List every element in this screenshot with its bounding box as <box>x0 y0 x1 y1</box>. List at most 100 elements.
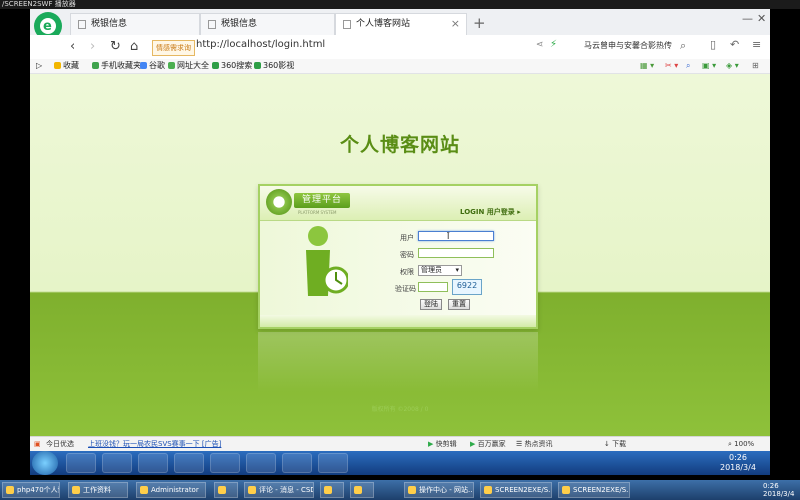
back-icon[interactable]: ‹ <box>70 39 75 54</box>
host-task-item[interactable]: 操作中心 - 网站... <box>404 482 474 498</box>
page-icon <box>343 20 351 29</box>
share-icon[interactable]: ⋖ <box>536 40 544 50</box>
search-tag-pill[interactable]: 情感需求询 <box>152 40 195 56</box>
login-button[interactable]: 登陆 <box>420 299 442 310</box>
page-icon <box>78 20 86 29</box>
panel-footer <box>260 315 536 327</box>
status-left-text[interactable]: 今日优选 <box>46 437 74 451</box>
role-label: 权限 <box>400 268 414 276</box>
host-clock[interactable]: 0:26 2018/3/4 <box>763 482 794 498</box>
password-label: 密码 <box>400 251 414 259</box>
host-task-item[interactable] <box>320 482 344 498</box>
tab-row: e 税银信息 税银信息 个人博客网站 × + — ✕ <box>30 9 770 40</box>
user-figure-icon <box>306 226 348 296</box>
address-input[interactable]: http://localhost/login.html <box>196 39 325 50</box>
status-item[interactable]: ☰ 热点资讯 <box>516 437 553 451</box>
bookmark-item[interactable]: 网址大全 <box>168 59 209 73</box>
lightning-icon[interactable]: ⚡ <box>550 39 557 50</box>
dw-app-icon[interactable] <box>246 453 276 473</box>
search-small-icon[interactable]: ⌕ <box>686 59 690 73</box>
tab-3-active[interactable]: 个人博客网站 × <box>335 13 467 36</box>
bookmark-item[interactable]: 收藏 <box>54 59 79 73</box>
green-app-icon[interactable] <box>318 453 348 473</box>
minimize-icon[interactable]: — <box>742 12 753 25</box>
captcha-field[interactable] <box>418 282 448 292</box>
folder-icon[interactable] <box>138 453 168 473</box>
user-label: 用户 <box>400 234 414 242</box>
browser-app-icon[interactable] <box>210 453 240 473</box>
grid-icon[interactable]: ⊞ <box>752 59 759 73</box>
host-task-item[interactable]: 工作资料 <box>68 482 128 498</box>
tools-app-icon[interactable] <box>174 453 204 473</box>
panel-body: 用户 Ī 密码 权限 管理员 ▾ 验证码 6922 登陆 重置 <box>260 221 536 315</box>
status-item[interactable]: ▶ 百万赢家 <box>470 437 506 451</box>
host-task-item[interactable] <box>214 482 238 498</box>
reset-button[interactable]: 重置 <box>448 299 470 310</box>
status-bar: ▣ 今日优选 上班没钱？玩一局农民SVS赛事一下 [广告] ▶ 快剪辑 ▶ 百万… <box>30 436 770 451</box>
host-task-item[interactable]: Administrator <box>136 482 206 498</box>
host-taskbar: php470个人博客... 工作资料 Administrator 评论 - 消息… <box>0 480 800 500</box>
panel-header: 管理平台 PLATFORM SYSTEM LOGIN 用户登录 ▸ <box>260 186 536 221</box>
tray-clock[interactable]: 0:26 2018/3/4 <box>720 453 756 473</box>
captcha-image[interactable]: 6922 <box>452 279 482 295</box>
close-icon[interactable]: × <box>451 14 460 34</box>
recorded-taskbar: 0:26 2018/3/4 <box>30 451 770 475</box>
extension-icon[interactable]: ▦ ▾ <box>640 59 654 73</box>
undo-icon[interactable]: ↶ <box>730 38 739 51</box>
tab-1[interactable]: 税银信息 <box>70 13 200 35</box>
ie-icon[interactable] <box>102 453 132 473</box>
reading-icon[interactable]: ▯ <box>710 38 716 51</box>
status-item[interactable]: ↓ 下载 <box>604 437 626 451</box>
bookmark-item[interactable]: 手机收藏夹 <box>92 59 141 73</box>
gift-icon: ▣ <box>34 440 41 448</box>
status-news-link[interactable]: 上班没钱？玩一局农民SVS赛事一下 [广告] <box>88 437 221 451</box>
game-icon[interactable]: ▣ ▾ <box>702 59 716 73</box>
page-icon <box>208 20 216 29</box>
forward-icon[interactable]: › <box>90 39 95 54</box>
host-task-item[interactable]: SCREEN2EXE/S... <box>480 482 552 498</box>
player-title-bar: /SCREEN2SWF 播放器 <box>0 0 800 9</box>
host-task-item[interactable] <box>350 482 374 498</box>
shield-icon[interactable]: ◈ ▾ <box>726 59 739 73</box>
tools-icon[interactable]: ✂ ▾ <box>665 59 678 73</box>
close-window-icon[interactable]: ✕ <box>757 12 766 25</box>
host-task-item[interactable]: php470个人博客... <box>2 482 60 498</box>
tab-label: 税银信息 <box>221 19 258 29</box>
copyright-text: 版权所有 ©2008 / 0 <box>371 406 429 413</box>
new-tab-icon[interactable]: + <box>473 14 486 32</box>
bookmark-item[interactable]: 360影视 <box>254 59 294 73</box>
login-heading: LOGIN 用户登录 ▸ <box>460 208 521 216</box>
platform-subtitle: PLATFORM SYSTEM <box>298 210 337 215</box>
captcha-label: 验证码 <box>395 285 416 293</box>
hbuilder-icon[interactable] <box>282 453 312 473</box>
role-select[interactable]: 管理员 ▾ <box>418 265 462 276</box>
host-task-item[interactable]: 评论 - 消息 - CSDN... <box>244 482 314 498</box>
bookmark-item[interactable]: 谷歌 <box>140 59 165 73</box>
media-player-icon[interactable] <box>66 453 96 473</box>
host-task-item[interactable]: SCREEN2EXE/S... <box>558 482 630 498</box>
browser-window: e 税银信息 税银信息 个人博客网站 × + — ✕ ‹ › ↻ ⌂ 情感需求询… <box>30 9 770 451</box>
bookmark-toggle-icon[interactable]: ▷ <box>36 59 42 73</box>
zoom-level[interactable]: ⌕ 100% <box>728 437 754 451</box>
refresh-icon[interactable]: ↻ <box>110 39 121 54</box>
username-field[interactable] <box>418 231 494 241</box>
windows-start-icon[interactable] <box>32 451 58 475</box>
menu-icon[interactable]: ≡ <box>752 38 761 51</box>
tab-2[interactable]: 税银信息 <box>200 13 335 35</box>
home-icon[interactable]: ⌂ <box>130 39 138 54</box>
panel-reflection <box>258 332 538 392</box>
bookmark-bar: ▷ 收藏 手机收藏夹 谷歌 网址大全 360搜索 360影视 ▦ ▾ ✂ ▾ ⌕… <box>30 59 770 74</box>
page-title: 个人博客网站 <box>339 134 460 156</box>
mouse-cursor-icon: Ī <box>447 232 450 241</box>
password-field[interactable] <box>418 248 494 258</box>
address-row: ‹ › ↻ ⌂ 情感需求询 http://localhost/login.htm… <box>30 35 770 60</box>
platform-label: 管理平台 <box>294 193 350 208</box>
tab-label: 个人博客网站 <box>356 19 411 29</box>
clock-logo-icon <box>266 189 292 215</box>
tab-label: 税银信息 <box>91 19 128 29</box>
status-item[interactable]: ▶ 快剪辑 <box>428 437 457 451</box>
search-icon[interactable]: ⌕ <box>680 39 686 53</box>
hot-news-text[interactable]: 马云曾申与安馨合影热传 <box>584 40 672 51</box>
bookmark-item[interactable]: 360搜索 <box>212 59 252 73</box>
web-page: 个人博客网站 管理平台 PLATFORM SYSTEM LOGIN 用户登录 ▸… <box>30 74 770 436</box>
